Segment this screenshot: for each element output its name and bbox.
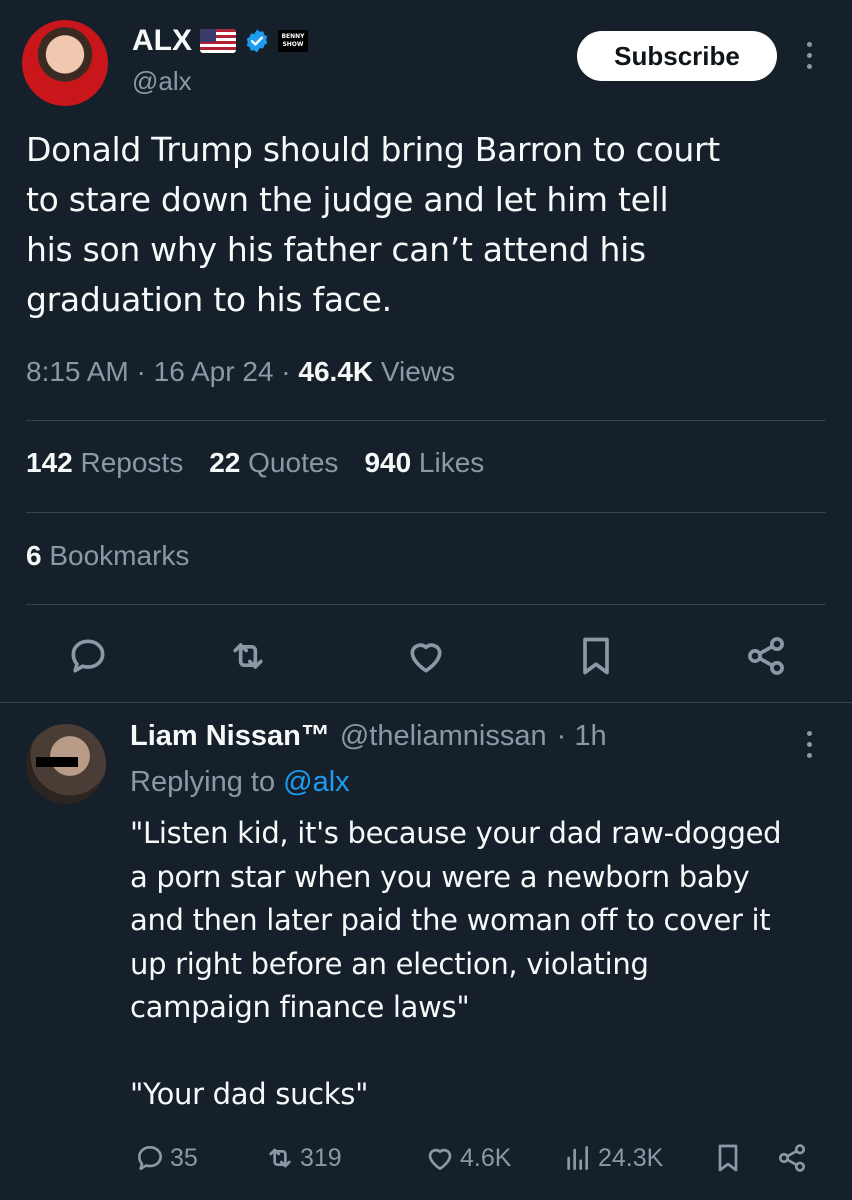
views-count: 46.4K <box>298 356 374 387</box>
affiliate-badge-text: BENNY SHOW <box>281 33 305 48</box>
reply-bookmark-action[interactable] <box>712 1142 776 1174</box>
reply-text: "Listen kid, it's because your dad raw-d… <box>130 816 782 1111</box>
quotes-label: Quotes <box>240 447 339 478</box>
author-avatar[interactable] <box>22 20 108 106</box>
quotes-count: 22 <box>209 447 241 478</box>
reply-icon <box>138 1146 162 1170</box>
reply-actions: 35 319 4.6K 24.3K <box>134 1138 808 1178</box>
quotes-stat[interactable]: 22 Quotes <box>209 447 338 479</box>
reply-author-handle[interactable]: @theliamnissan <box>340 720 547 753</box>
post-time[interactable]: 8:15 AM <box>26 356 129 387</box>
more-options-icon[interactable] <box>804 42 814 69</box>
reply-time[interactable]: · 1h <box>557 720 607 753</box>
bookmark-icon <box>718 1144 738 1172</box>
reply-icon[interactable] <box>66 634 110 678</box>
us-flag-icon <box>200 29 236 53</box>
like-icon <box>428 1148 452 1170</box>
reposts-stat[interactable]: 142 Reposts <box>26 447 183 479</box>
like-icon[interactable] <box>404 634 448 678</box>
post-meta: 8:15 AM · 16 Apr 24 · 46.4K Views <box>26 356 455 388</box>
author-name-row: ALX BENNY SHOW <box>132 24 308 58</box>
views-label: Views <box>373 356 456 387</box>
bookmark-icon[interactable] <box>574 634 618 678</box>
meta-separator: · <box>128 356 154 387</box>
reply-more-options-icon[interactable] <box>804 731 814 758</box>
subscribe-button[interactable]: Subscribe <box>577 31 777 81</box>
likes-count: 940 <box>364 447 412 478</box>
share-icon <box>778 1144 806 1172</box>
likes-stat[interactable]: 940 Likes <box>364 447 484 479</box>
reply-author-row: Liam Nissan™ @theliamnissan · 1h <box>130 720 607 753</box>
reply-repost-action[interactable]: 319 <box>264 1142 424 1174</box>
likes-label: Likes <box>411 447 485 478</box>
reply-author-name[interactable]: Liam Nissan™ <box>130 720 330 753</box>
replying-handle-link[interactable]: @alx <box>283 766 350 798</box>
affiliate-badge[interactable]: BENNY SHOW <box>278 30 308 52</box>
reposts-count: 142 <box>26 447 73 478</box>
view-count: 24.3K <box>598 1143 664 1172</box>
repost-icon <box>269 1148 291 1168</box>
share-icon[interactable] <box>744 634 788 678</box>
bookmarks-label: Bookmarks <box>41 540 190 571</box>
divider <box>26 512 826 513</box>
post-text: Donald Trump should bring Barron to cour… <box>26 130 720 319</box>
engagement-stats: 142 Reposts 22 Quotes 940 Likes <box>26 447 484 479</box>
sunglasses-overlay <box>36 757 78 767</box>
bookmarks-stat[interactable]: 6 Bookmarks <box>26 540 189 572</box>
bar-chart-icon <box>567 1146 588 1170</box>
divider <box>26 604 826 605</box>
divider <box>26 420 826 421</box>
replying-prefix: Replying to <box>130 766 284 798</box>
meta-separator: · <box>273 356 299 387</box>
author-handle[interactable]: @alx <box>132 66 192 97</box>
author-name[interactable]: ALX <box>132 24 192 58</box>
reply-reply-action[interactable]: 35 <box>134 1142 264 1174</box>
like-count: 4.6K <box>460 1143 512 1172</box>
bookmarks-count: 6 <box>26 540 42 571</box>
reply-share-action[interactable] <box>776 1142 808 1174</box>
divider <box>0 702 852 703</box>
reply-count: 35 <box>170 1143 198 1172</box>
reposts-label: Reposts <box>72 447 184 478</box>
reply-views-action[interactable]: 24.3K <box>562 1142 712 1174</box>
verified-badge-icon[interactable] <box>244 28 270 54</box>
repost-icon[interactable] <box>226 634 270 678</box>
post-date[interactable]: 16 Apr 24 <box>154 356 274 387</box>
repost-count: 319 <box>300 1143 342 1172</box>
reply-like-action[interactable]: 4.6K <box>424 1142 562 1174</box>
replying-to: Replying to @alx <box>130 766 350 799</box>
